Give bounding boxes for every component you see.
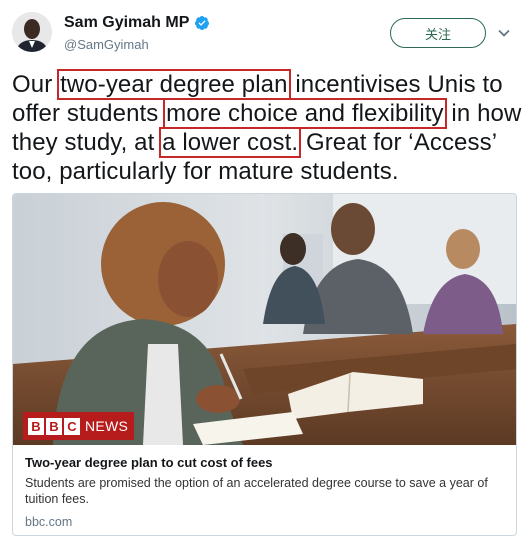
name-row: Sam Gyimah MP [64,14,210,32]
bbc-logo-box: B [46,417,62,435]
tweet-text: Our two-year degree plan incentivises Un… [12,69,522,186]
highlighted-phrase: a lower cost. [159,127,302,158]
article-image [13,194,516,445]
bbc-logo-box: C [64,417,80,435]
bbc-logo-word: NEWS [85,418,129,434]
highlighted-phrase: more choice and flexibility [163,98,447,129]
display-name[interactable]: Sam Gyimah MP [64,14,189,32]
link-card[interactable]: B B C NEWS Two-year degree plan to cut c… [12,193,517,536]
card-body: Two-year degree plan to cut cost of fees… [13,445,516,529]
card-title[interactable]: Two-year degree plan to cut cost of fees [25,454,504,471]
bbc-logo-box: B [28,417,44,435]
chevron-down-icon[interactable] [497,26,511,40]
verified-badge-icon [195,16,210,30]
tweet-text-segment: Our [12,71,60,98]
highlighted-phrase: two-year degree plan [57,69,291,100]
user-handle[interactable]: @SamGyimah [64,37,149,52]
bbc-news-logo: B B C NEWS [23,412,135,440]
tweet-header: Sam Gyimah MP @SamGyimah 关注 [0,0,529,64]
follow-button[interactable]: 关注 [390,18,486,48]
avatar[interactable] [12,12,52,52]
card-description: Students are promised the option of an a… [25,476,488,506]
card-domain: bbc.com [25,515,73,529]
